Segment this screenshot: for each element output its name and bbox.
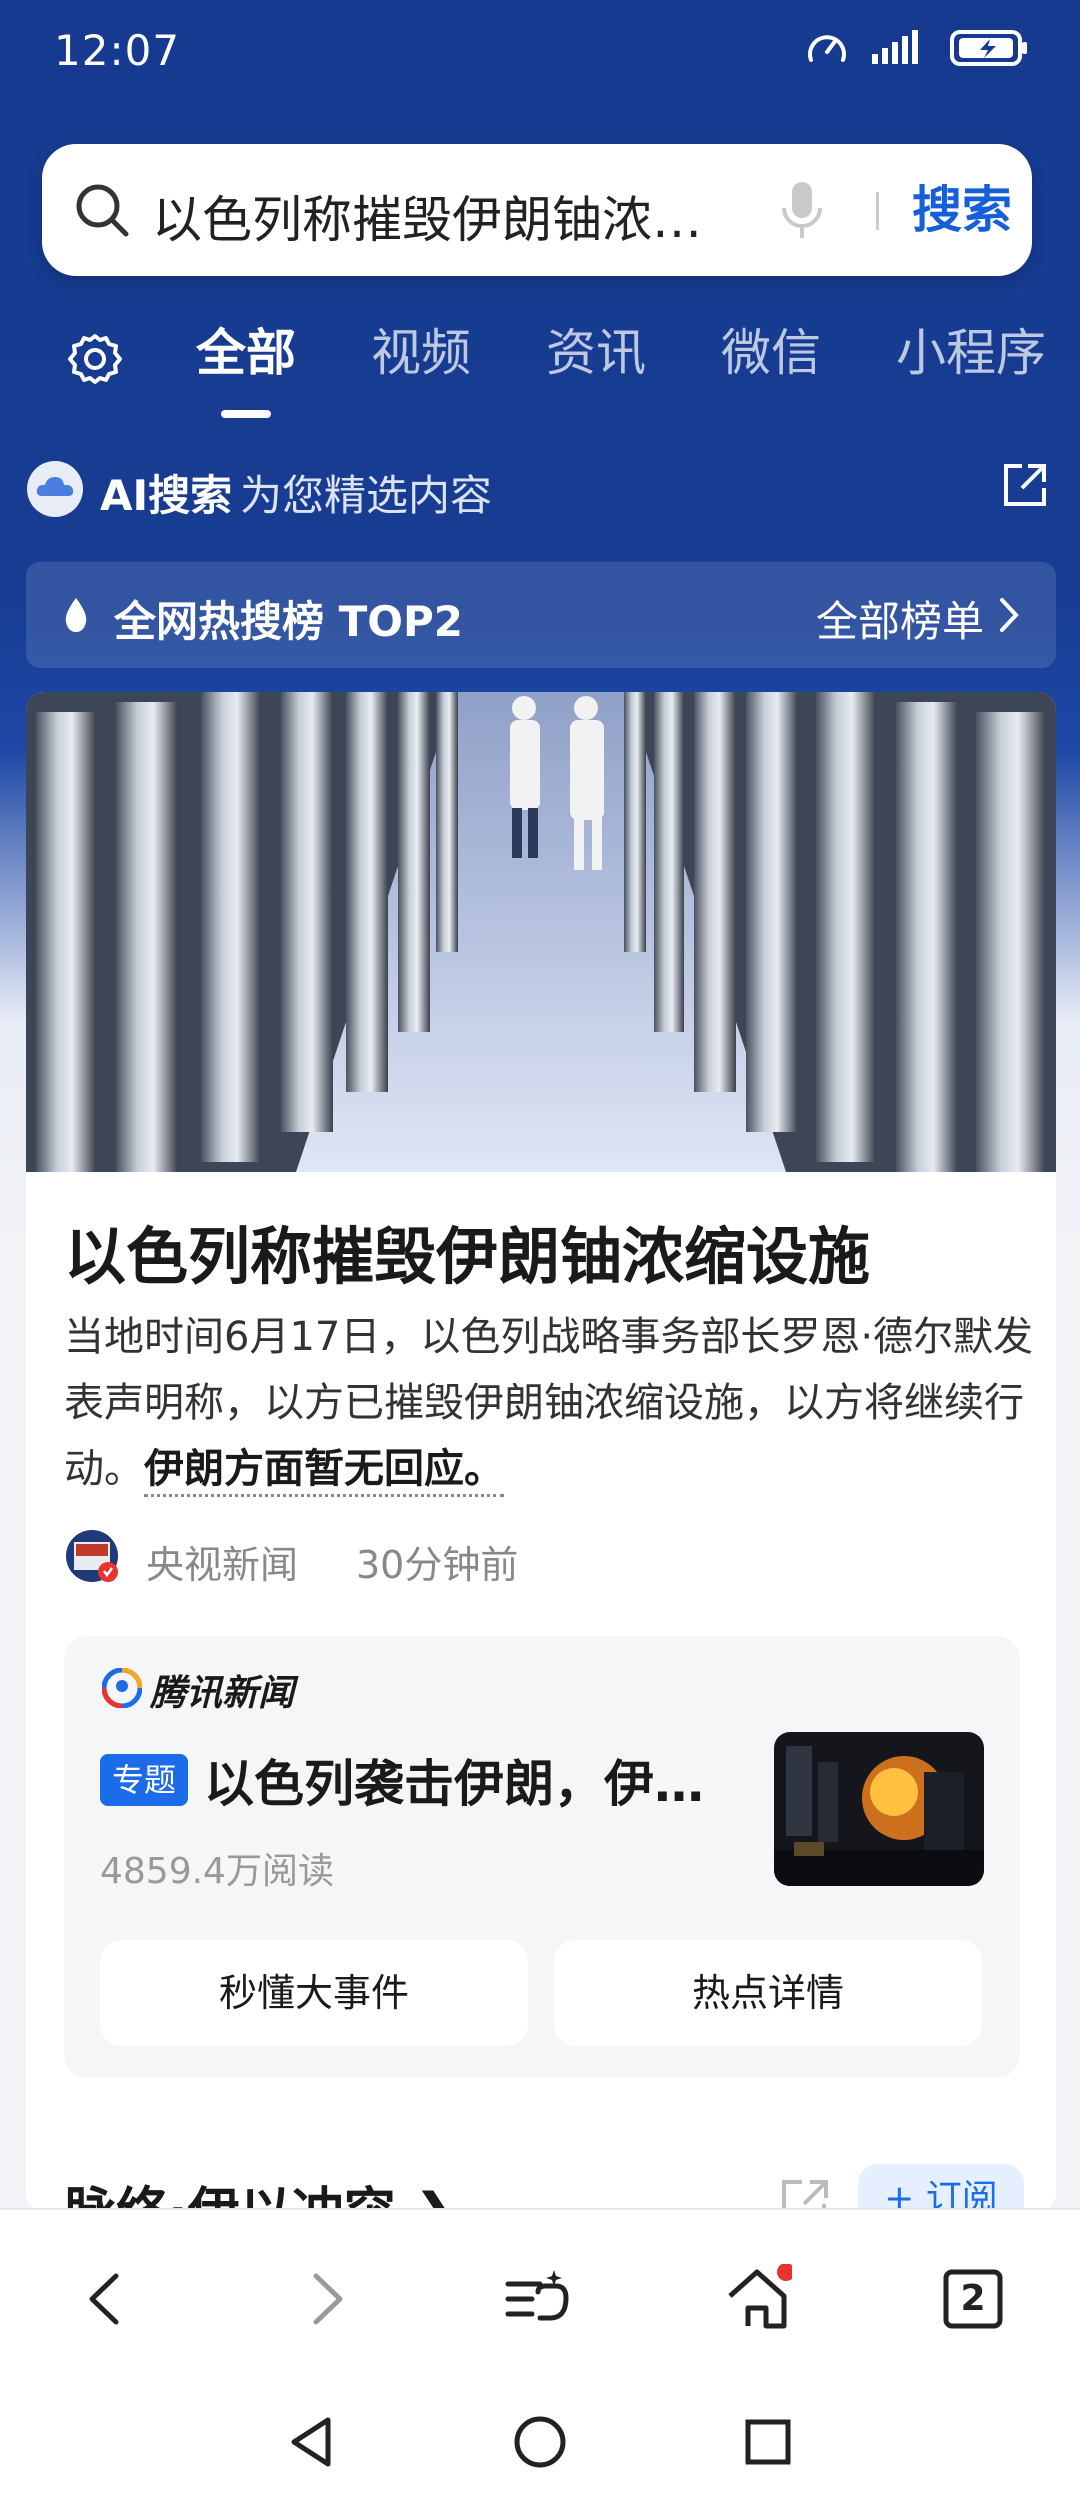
ai-search-row[interactable]: AI搜索 为您精选内容 xyxy=(26,458,1054,520)
tab-mini-program[interactable]: 小程序 xyxy=(896,318,1046,388)
tab-count: 2 xyxy=(960,2278,986,2319)
status-time: 12:07 xyxy=(54,26,181,75)
nav-home-icon[interactable] xyxy=(510,2412,570,2472)
hot-search-bar[interactable]: 全网热搜榜 TOP2 全部榜单 xyxy=(26,562,1056,668)
back-icon[interactable] xyxy=(72,2264,142,2334)
battery-icon xyxy=(950,30,1027,66)
source-name[interactable]: 央视新闻 xyxy=(146,1534,298,1589)
menu-icon[interactable] xyxy=(502,2264,572,2334)
ai-search-subtitle: 为您精选内容 xyxy=(240,471,493,520)
article-card[interactable]: 以色列称摧毁伊朗铀浓缩设施 当地时间6月17日，以色列战略事务部长罗恩·德尔默发… xyxy=(26,692,1056,2212)
topic-card[interactable]: 腾讯新闻 专题 以色列袭击伊朗，伊朗… 4859.4万阅读 秒懂大事件 热点详情 xyxy=(64,1636,1020,2078)
publish-time: 30分钟前 xyxy=(356,1543,519,1587)
external-link-icon[interactable] xyxy=(1000,460,1050,510)
nav-recents-icon[interactable] xyxy=(738,2412,798,2472)
subscribe-button[interactable]: + 订阅 xyxy=(858,2164,1024,2212)
article-summary-highlight[interactable]: 伊朗方面暂无回应。 xyxy=(144,1446,504,1497)
chevron-right-icon xyxy=(1000,598,1019,632)
tab-video[interactable]: 视频 xyxy=(371,318,471,388)
ai-search-title: AI搜索 xyxy=(100,471,233,520)
topic-thumbnail[interactable] xyxy=(774,1732,984,1886)
tab-all[interactable]: 全部 xyxy=(196,318,296,388)
active-tab-indicator xyxy=(221,410,271,418)
topic-title[interactable]: 以色列袭击伊朗，伊朗… xyxy=(204,1744,744,1816)
system-nav-bar xyxy=(0,2382,1080,2504)
search-icon xyxy=(76,184,129,237)
flame-icon xyxy=(65,598,87,632)
subscribe-label: 订阅 xyxy=(925,2178,998,2212)
article-summary: 当地时间6月17日，以色列战略事务部长罗恩·德尔默发表声明称，以方已摧毁伊朗铀浓… xyxy=(64,1304,1034,1502)
tab-wechat[interactable]: 微信 xyxy=(721,318,821,388)
topic-read-count: 4859.4万阅读 xyxy=(100,1851,334,1892)
search-input[interactable]: 以色列称摧毁伊朗铀浓… xyxy=(152,180,752,252)
browser-toolbar: 2 xyxy=(0,2208,1080,2382)
share-icon[interactable] xyxy=(778,2176,834,2212)
tab-news[interactable]: 资讯 xyxy=(546,318,646,388)
topic-badge: 专题 xyxy=(100,1754,188,1806)
status-bar: 12:07 xyxy=(0,0,1080,110)
search-divider xyxy=(876,192,879,230)
home-icon[interactable] xyxy=(722,2264,792,2334)
provider-name: 腾讯新闻 xyxy=(150,1673,295,1714)
timeline-section-title[interactable]: 脉络·伊以冲突 ❯ xyxy=(64,2170,457,2212)
hot-search-label: 全网热搜榜 TOP2 xyxy=(114,597,463,646)
tabs-row: 全部 视频 资讯 微信 小程序 xyxy=(0,318,1080,428)
forward-icon[interactable] xyxy=(290,2264,360,2334)
search-bar[interactable]: 以色列称摧毁伊朗铀浓… 搜索 xyxy=(42,144,1032,276)
avatar xyxy=(66,1530,118,1582)
search-button[interactable]: 搜索 xyxy=(904,174,1020,246)
hot-details-button[interactable]: 热点详情 xyxy=(554,1940,982,2046)
quick-event-button[interactable]: 秒懂大事件 xyxy=(100,1940,528,2046)
nav-back-icon[interactable] xyxy=(282,2412,342,2472)
article-headline[interactable]: 以色列称摧毁伊朗铀浓缩设施 xyxy=(64,1206,870,1296)
signal-icon xyxy=(872,30,918,64)
status-icons xyxy=(806,28,1030,68)
ai-cloud-icon xyxy=(27,461,83,517)
tencent-news-logo-icon xyxy=(102,1668,142,1708)
speedometer-icon xyxy=(808,35,846,62)
mic-icon[interactable] xyxy=(780,178,824,242)
all-rankings-link[interactable]: 全部榜单 xyxy=(816,588,984,649)
article-hero-image[interactable] xyxy=(26,692,1056,1172)
